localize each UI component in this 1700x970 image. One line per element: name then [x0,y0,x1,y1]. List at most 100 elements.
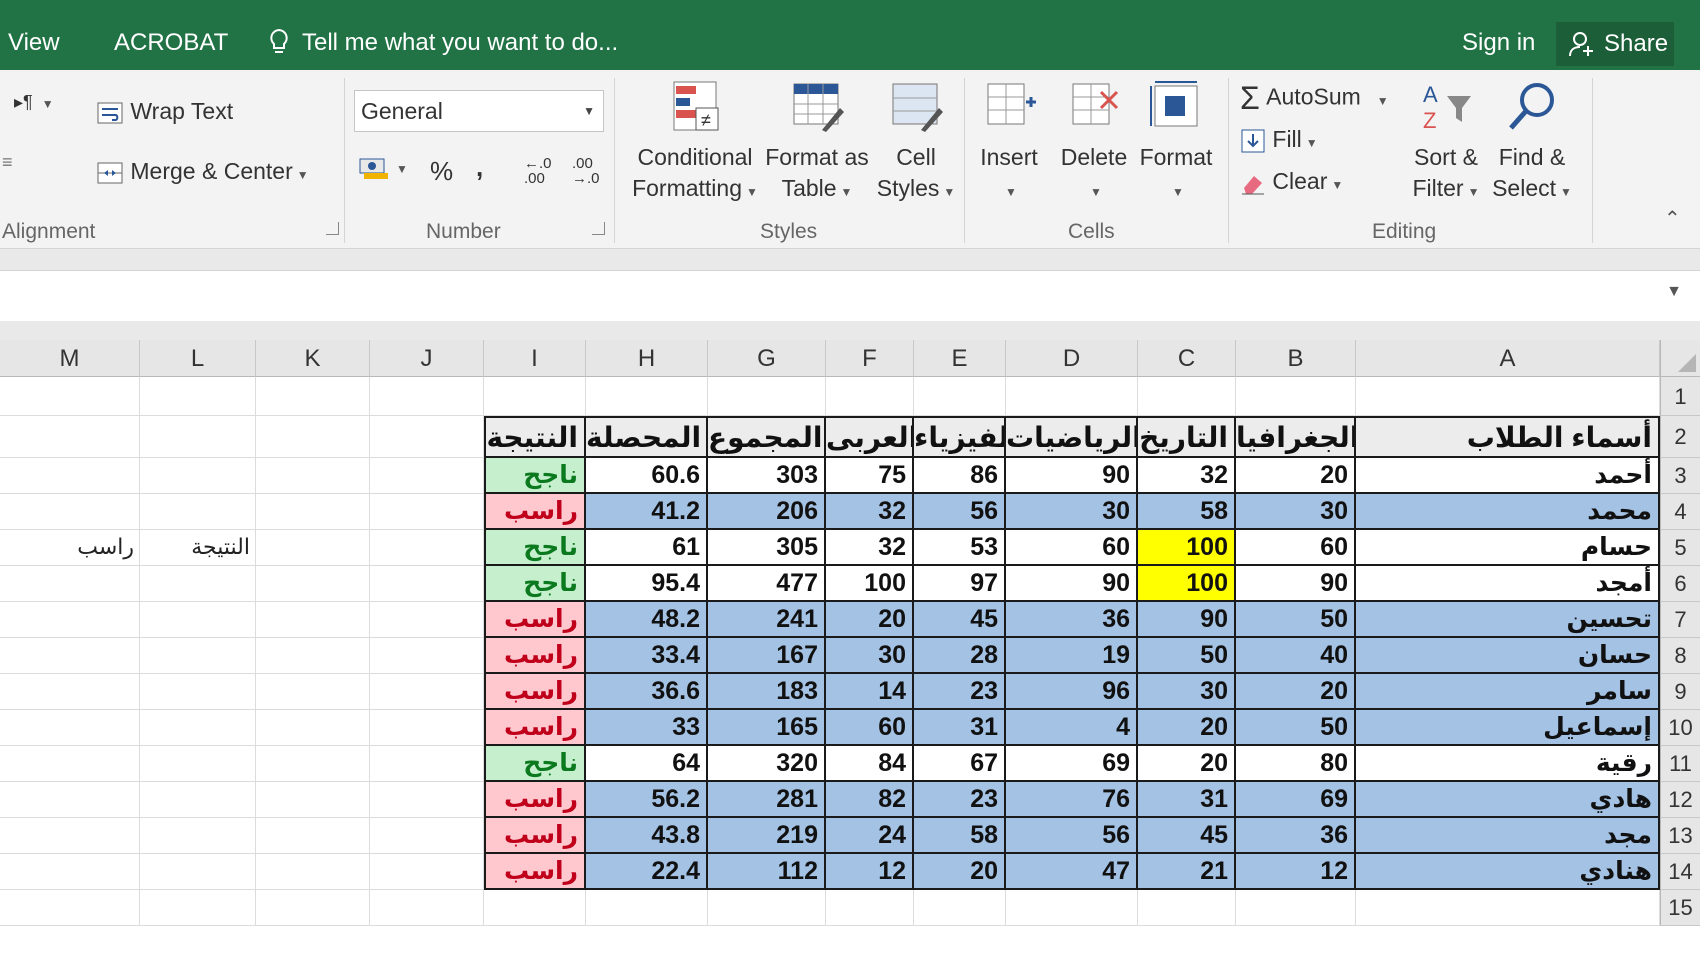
cell-l14[interactable] [140,854,256,890]
fill-button[interactable]: Fill ▼ [1240,126,1318,154]
cell-a1[interactable] [1356,377,1660,416]
formula-bar[interactable]: ▼ [0,270,1700,322]
cell-l6[interactable] [140,566,256,602]
insert-cells-button[interactable]: Insert ▼ [972,78,1046,208]
cell-j3[interactable] [370,458,484,494]
increase-decimal-button[interactable]: ←.0 .00 [524,156,558,186]
table-cell-a12[interactable]: هادي [1356,782,1660,818]
table-cell-h6[interactable]: 95.4 [586,566,708,602]
cell-j11[interactable] [370,746,484,782]
table-cell-a3[interactable]: أحمد [1356,458,1660,494]
wrap-text-button[interactable]: Wrap Text [96,98,233,126]
table-cell-c8[interactable]: 50 [1138,638,1236,674]
table-cell-b12[interactable]: 69 [1236,782,1356,818]
cell-k3[interactable] [256,458,370,494]
table-header-f[interactable]: العربى [826,416,914,458]
column-header-g[interactable]: G [708,340,826,377]
cell-m8[interactable] [0,638,140,674]
table-cell-b4[interactable]: 30 [1236,494,1356,530]
table-cell-b9[interactable]: 20 [1236,674,1356,710]
table-cell-b5[interactable]: 60 [1236,530,1356,566]
cell-k11[interactable] [256,746,370,782]
table-cell-d11[interactable]: 69 [1006,746,1138,782]
tell-me-search[interactable]: Tell me what you want to do... [302,28,618,58]
table-header-e[interactable]: الفيزياء [914,416,1006,458]
column-header-k[interactable]: K [256,340,370,377]
cell-g15[interactable] [708,890,826,926]
table-cell-a8[interactable]: حسان [1356,638,1660,674]
table-cell-g5[interactable]: 305 [708,530,826,566]
conditional-formatting-button[interactable]: ≠ Conditional Formatting ▼ [624,78,766,208]
row-header-11[interactable]: 11 [1660,746,1700,782]
share-button[interactable]: Share [1556,22,1674,66]
table-cell-f6[interactable]: 100 [826,566,914,602]
cell-j5[interactable] [370,530,484,566]
table-cell-i11[interactable]: ناجح [484,746,586,782]
table-cell-h5[interactable]: 61 [586,530,708,566]
table-header-c[interactable]: التاريخ [1138,416,1236,458]
row-header-9[interactable]: 9 [1660,674,1700,710]
table-cell-b13[interactable]: 36 [1236,818,1356,854]
cell-m15[interactable] [0,890,140,926]
table-cell-h10[interactable]: 33 [586,710,708,746]
table-cell-e11[interactable]: 67 [914,746,1006,782]
cell-j1[interactable] [370,377,484,416]
table-cell-a9[interactable]: سامر [1356,674,1660,710]
row-header-7[interactable]: 7 [1660,602,1700,638]
cell-l10[interactable] [140,710,256,746]
table-header-g[interactable]: المجموع [708,416,826,458]
cell-m1[interactable] [0,377,140,416]
table-cell-g8[interactable]: 167 [708,638,826,674]
table-cell-d4[interactable]: 30 [1006,494,1138,530]
table-cell-c7[interactable]: 90 [1138,602,1236,638]
sort-filter-button[interactable]: AZ Sort & Filter ▼ [1408,78,1484,208]
worksheet-grid[interactable]: M L K J I H G F E D C B A 1 2 3 4 5 6 7 8 9 10 11 12 13 14 15 النتيج… [0,340,1700,970]
table-cell-b11[interactable]: 80 [1236,746,1356,782]
table-cell-e5[interactable]: 53 [914,530,1006,566]
collapse-ribbon-icon[interactable]: ⌃ [1664,206,1681,231]
row-header-14[interactable]: 14 [1660,854,1700,890]
table-header-b[interactable]: الجغرافيا [1236,416,1356,458]
cell-i15[interactable] [484,890,586,926]
cell-m12[interactable] [0,782,140,818]
cell-k4[interactable] [256,494,370,530]
cell-j14[interactable] [370,854,484,890]
cell-j15[interactable] [370,890,484,926]
table-cell-a5[interactable]: حسام [1356,530,1660,566]
table-cell-i3[interactable]: ناجح [484,458,586,494]
cell-l4[interactable] [140,494,256,530]
table-cell-c5[interactable]: 100 [1138,530,1236,566]
table-cell-d9[interactable]: 96 [1006,674,1138,710]
row-header-13[interactable]: 13 [1660,818,1700,854]
table-cell-d10[interactable]: 4 [1006,710,1138,746]
table-cell-e10[interactable]: 31 [914,710,1006,746]
cell-m3[interactable] [0,458,140,494]
cell-l15[interactable] [140,890,256,926]
table-cell-g14[interactable]: 112 [708,854,826,890]
cell-j12[interactable] [370,782,484,818]
table-cell-b3[interactable]: 20 [1236,458,1356,494]
column-header-c[interactable]: C [1138,340,1236,377]
column-header-d[interactable]: D [1006,340,1138,377]
comma-style-button[interactable]: , [476,152,483,183]
table-cell-g13[interactable]: 219 [708,818,826,854]
cell-h15[interactable] [586,890,708,926]
table-cell-c4[interactable]: 58 [1138,494,1236,530]
table-cell-d13[interactable]: 56 [1006,818,1138,854]
number-launcher[interactable] [592,222,605,235]
table-cell-f13[interactable]: 24 [826,818,914,854]
cell-d1[interactable] [1006,377,1138,416]
table-cell-h8[interactable]: 33.4 [586,638,708,674]
cell-k9[interactable] [256,674,370,710]
cell-m4[interactable] [0,494,140,530]
table-cell-e4[interactable]: 56 [914,494,1006,530]
table-cell-f7[interactable]: 20 [826,602,914,638]
table-cell-c12[interactable]: 31 [1138,782,1236,818]
cell-l8[interactable] [140,638,256,674]
cell-l12[interactable] [140,782,256,818]
cell-j2[interactable] [370,416,484,458]
table-cell-f9[interactable]: 14 [826,674,914,710]
cell-i1[interactable] [484,377,586,416]
table-cell-b14[interactable]: 12 [1236,854,1356,890]
table-cell-b6[interactable]: 90 [1236,566,1356,602]
